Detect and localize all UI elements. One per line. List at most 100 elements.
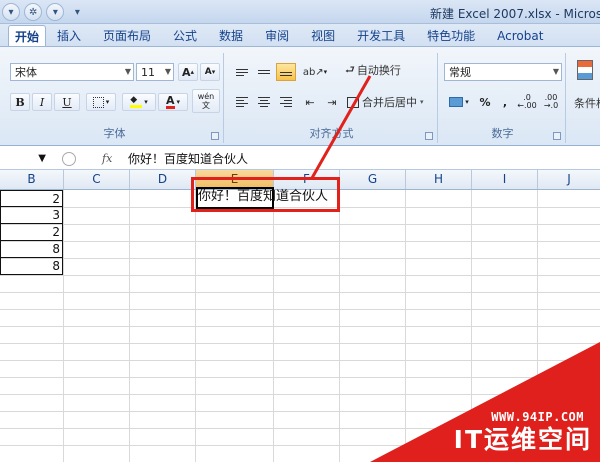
cell-b-value[interactable]: 2 [0,224,63,241]
qat-undo-dropdown[interactable]: ▾ [2,3,20,21]
tab-acrobat[interactable]: Acrobat [486,25,554,46]
column-header-d[interactable]: D [130,170,196,189]
tab-home[interactable]: 开始 [8,25,46,46]
increase-indent-button[interactable]: ⇥ [322,93,342,111]
qat-redo-dropdown[interactable]: ▾ [46,3,65,21]
font-color-button[interactable]: A ▾ [158,93,188,111]
grid-line [0,309,600,310]
accounting-format-button[interactable]: ▾ [444,93,474,111]
conditional-format-label[interactable]: 条件格 [574,95,600,111]
borders-button[interactable]: ▾ [86,93,116,111]
number-group-label: 数字 [491,127,514,140]
tab-developer[interactable]: 开发工具 [346,25,416,46]
wrap-text-button[interactable]: ⮐ 自动换行 [344,61,416,79]
styles-group: 条件格 [568,53,600,143]
column-header-i[interactable]: I [472,170,538,189]
paint-bucket-icon: ◆ [130,96,143,108]
tab-special-features[interactable]: 特色功能 [416,25,486,46]
align-left-button[interactable] [232,93,252,111]
cell-b-value[interactable]: 2 [0,190,63,207]
phonetic-guide-button[interactable]: wén 文 [192,89,220,113]
font-size-select[interactable]: 11 ▼ [136,63,174,81]
align-right-icon [280,97,292,107]
column-header-j[interactable]: J [538,170,600,189]
merge-center-label: 合并后居中 [362,96,417,109]
wrap-text-icon: ⮐ [345,62,355,76]
cell-b-value[interactable]: 8 [0,241,63,258]
number-format-select[interactable]: 常规 ▼ [444,63,562,81]
font-name-select[interactable]: 宋体 ▼ [10,63,134,81]
alignment-dialog-launcher[interactable] [425,132,433,140]
chevron-down-icon: ▼ [124,67,131,76]
tab-page-layout[interactable]: 页面布局 [92,25,162,46]
bold-button[interactable]: B [10,93,30,111]
align-top-icon [236,68,248,76]
window-title: 新建 Excel 2007.xlsx - Microsoft [430,7,600,21]
formula-input[interactable]: 你好！百度知道合伙人 [128,150,248,168]
cell-b-value[interactable]: 3 [0,207,63,224]
increase-decimal-button[interactable]: .0 ←.00 [516,91,538,113]
conditional-format-icon[interactable] [574,57,596,83]
annotation-highlight-box [191,177,340,212]
grid-line [0,326,600,327]
underline-button[interactable]: U [54,93,80,111]
text-orientation-icon: ab↗ [302,66,324,78]
title-bar: ▾ ✲ ▾ ▾ 新建 Excel 2007.xlsx - Microsoft [0,0,600,24]
italic-button[interactable]: I [32,93,52,111]
tab-view[interactable]: 视图 [300,25,346,46]
tab-formulas[interactable]: 公式 [162,25,208,46]
tab-data[interactable]: 数据 [208,25,254,46]
watermark-name: IT运维空间 [453,425,592,454]
chevron-down-icon: ▼ [164,67,171,76]
align-bottom-icon [280,72,292,76]
insert-function-button[interactable]: fx [102,150,112,168]
grow-font-icon: A [181,65,191,79]
wrap-text-label: 自动换行 [356,64,401,77]
chevron-down-icon: ▼ [552,67,559,76]
grid-line [0,275,600,276]
cell-b-value[interactable]: 8 [0,258,63,275]
comma-style-button[interactable]: , [496,93,514,111]
merge-center-button[interactable]: 合并后居中 ▾ [346,93,436,111]
grid-line [0,224,600,225]
column-header-c[interactable]: C [64,170,130,189]
qat-customize-button[interactable]: ✲ [24,3,43,21]
shrink-font-icon: A [204,67,212,77]
align-top-button[interactable] [232,63,252,81]
qat-more-dropdown[interactable]: ▾ [68,3,86,21]
column-header-h[interactable]: H [406,170,472,189]
shrink-font-button[interactable]: A ▾ [200,63,220,81]
chevron-down-icon: ▾ [420,98,424,106]
grow-font-button[interactable]: A ▴ [178,63,198,81]
percent-style-button[interactable]: % [476,93,494,111]
decrease-decimal-button[interactable]: .00 →.0 [540,91,562,113]
orientation-button[interactable]: ab↗ ▾ [300,63,330,81]
alignment-group: ab↗ ▾ ⮐ 自动换行 ⇤ ⇥ 合并后居中 ▾ 对齐方式 [226,53,438,143]
tab-review[interactable]: 审阅 [254,25,300,46]
ribbon: 宋体 ▼ 11 ▼ A ▴ A ▾ B I U ▾ ◆ ▾ A ▾ wén 文 字体 [0,46,600,146]
ribbon-tabs: 开始 插入 页面布局 公式 数据 审阅 视图 开发工具 特色功能 Acrobat [0,24,600,46]
align-bottom-button[interactable] [276,63,296,81]
align-center-icon [258,97,270,107]
font-size-value: 11 [141,65,155,79]
fill-color-button[interactable]: ◆ ▾ [122,93,156,111]
grid-line [0,258,600,259]
grid-line [0,241,600,242]
tab-insert[interactable]: 插入 [46,25,92,46]
font-group-label: 字体 [103,127,126,140]
align-right-button[interactable] [276,93,296,111]
number-dialog-launcher[interactable] [553,132,561,140]
align-center-button[interactable] [254,93,274,111]
borders-icon [92,96,104,108]
formula-controls: fx [62,150,112,168]
align-middle-button[interactable] [254,63,274,81]
name-box-dropdown[interactable]: ▼ [0,150,54,168]
decrease-indent-button[interactable]: ⇤ [300,93,320,111]
font-color-icon: A [165,94,175,109]
column-header-g[interactable]: G [340,170,406,189]
font-dialog-launcher[interactable] [211,132,219,140]
number-group: 常规 ▼ ▾ % , .0 ←.00 .00 →.0 数字 [440,53,566,143]
font-name-value: 宋体 [15,66,37,79]
column-header-b[interactable]: B [0,170,64,189]
align-middle-icon [258,70,270,74]
